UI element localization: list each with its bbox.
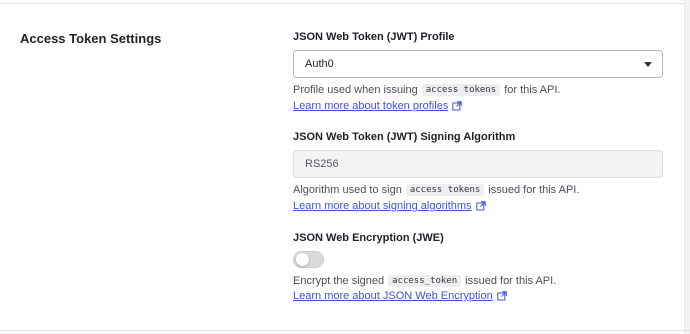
jwe-help: Encrypt the signed access_token issued f…: [293, 275, 556, 287]
external-link-icon: [452, 101, 463, 111]
jwt-profile-help-suffix: for this API.: [504, 84, 561, 96]
signing-algorithm-help-suffix: issued for this API.: [488, 184, 580, 196]
jwe-help-code: access_token: [388, 275, 462, 287]
jwt-profile-label: JSON Web Token (JWT) Profile: [293, 31, 455, 43]
json-web-encryption-link[interactable]: Learn more about JSON Web Encryption: [293, 290, 507, 302]
json-web-encryption-link-text: Learn more about JSON Web Encryption: [293, 290, 493, 302]
section-title: Access Token Settings: [20, 31, 162, 46]
top-divider: [0, 3, 690, 4]
jwt-profile-help: Profile used when issuing access tokens …: [293, 84, 560, 96]
toggle-knob: [296, 253, 309, 266]
signing-algorithm-label: JSON Web Token (JWT) Signing Algorithm: [293, 131, 516, 143]
jwe-help-prefix: Encrypt the signed: [293, 275, 385, 287]
external-link-icon: [497, 291, 507, 301]
signing-algorithm-value: RS256: [305, 158, 339, 170]
signing-algorithms-link[interactable]: Learn more about signing algorithms: [293, 200, 486, 212]
jwe-label: JSON Web Encryption (JWE): [293, 232, 444, 244]
jwt-profile-help-prefix: Profile used when issuing: [293, 84, 418, 96]
signing-algorithms-link-text: Learn more about signing algorithms: [293, 200, 472, 212]
token-profiles-link[interactable]: Learn more about token profiles: [293, 100, 463, 112]
signing-algorithm-field: RS256: [293, 150, 663, 178]
bottom-divider: [0, 330, 690, 331]
external-link-icon: [475, 201, 486, 211]
token-profiles-link-text: Learn more about token profiles: [293, 100, 449, 112]
jwe-toggle[interactable]: [293, 251, 324, 268]
signing-algorithm-help-code: access tokens: [405, 184, 485, 196]
signing-algorithm-help-prefix: Algorithm used to sign: [293, 184, 402, 196]
signing-algorithm-help: Algorithm used to sign access tokens iss…: [293, 184, 579, 196]
jwe-help-suffix: issued for this API.: [465, 275, 557, 287]
jwt-profile-help-code: access tokens: [421, 84, 501, 96]
scrollbar[interactable]: [684, 0, 690, 334]
jwt-profile-select[interactable]: Auth0: [293, 50, 663, 78]
jwt-profile-selected-value: Auth0: [305, 58, 334, 70]
chevron-down-icon: [644, 62, 652, 67]
